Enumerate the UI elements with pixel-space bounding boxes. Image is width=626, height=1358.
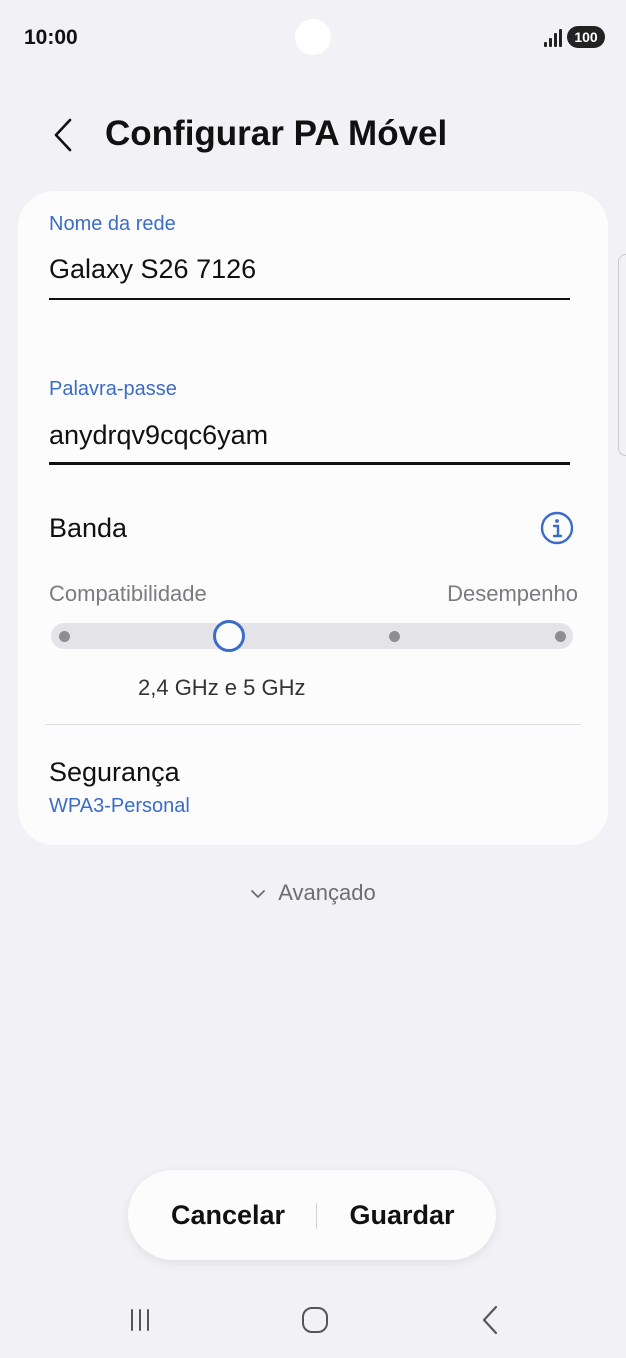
chevron-down-icon xyxy=(251,890,266,899)
app-header: Configurar PA Móvel xyxy=(0,100,626,170)
action-bar: Cancelar Guardar xyxy=(128,1170,496,1260)
save-button[interactable]: Guardar xyxy=(328,1170,476,1260)
band-scale-left-label: Compatibilidade xyxy=(49,581,207,606)
band-selected-value: 2,4 GHz e 5 GHz xyxy=(138,675,306,700)
slider-stop[interactable] xyxy=(554,631,566,642)
back-nav-button[interactable] xyxy=(470,1300,510,1340)
info-icon xyxy=(540,511,574,545)
password-underline xyxy=(49,462,570,465)
slider-track xyxy=(51,623,573,649)
home-icon xyxy=(302,1307,328,1333)
status-bar: 10:00 100 xyxy=(0,0,626,80)
status-time: 10:00 xyxy=(24,26,78,49)
hotspot-settings-card: Nome da rede Galaxy S26 7126 Palavra-pas… xyxy=(18,191,608,845)
cancel-button[interactable]: Cancelar xyxy=(150,1170,306,1260)
action-separator xyxy=(316,1203,317,1229)
divider xyxy=(45,724,581,725)
edge-panel-handle[interactable] xyxy=(618,254,626,456)
band-info-button[interactable] xyxy=(540,511,574,545)
network-name-label: Nome da rede xyxy=(49,213,176,235)
back-button[interactable] xyxy=(40,112,86,158)
advanced-toggle[interactable]: Avançado xyxy=(0,880,626,906)
network-name-underline xyxy=(49,298,570,300)
band-label: Banda xyxy=(49,513,128,543)
signal-icon xyxy=(544,29,562,47)
recents-button[interactable] xyxy=(120,1300,160,1340)
security-label[interactable]: Segurança xyxy=(49,757,180,788)
advanced-label: Avançado xyxy=(278,880,376,905)
page-title: Configurar PA Móvel xyxy=(105,114,448,153)
band-slider[interactable] xyxy=(51,620,573,652)
home-button[interactable] xyxy=(295,1300,335,1340)
password-input[interactable]: anydrqv9cqc6yam xyxy=(49,420,268,451)
security-value[interactable]: WPA3-Personal xyxy=(49,795,190,818)
band-scale-right-label: Desempenho xyxy=(447,581,578,606)
navigation-bar xyxy=(0,1290,626,1350)
chevron-left-icon xyxy=(54,118,72,152)
password-label: Palavra-passe xyxy=(49,378,177,400)
slider-stop[interactable] xyxy=(58,631,70,642)
recents-icon xyxy=(131,1309,149,1331)
camera-cutout xyxy=(295,19,331,55)
battery-icon: 100 xyxy=(567,26,605,48)
back-icon xyxy=(482,1305,498,1335)
network-name-input[interactable]: Galaxy S26 7126 xyxy=(49,254,256,285)
